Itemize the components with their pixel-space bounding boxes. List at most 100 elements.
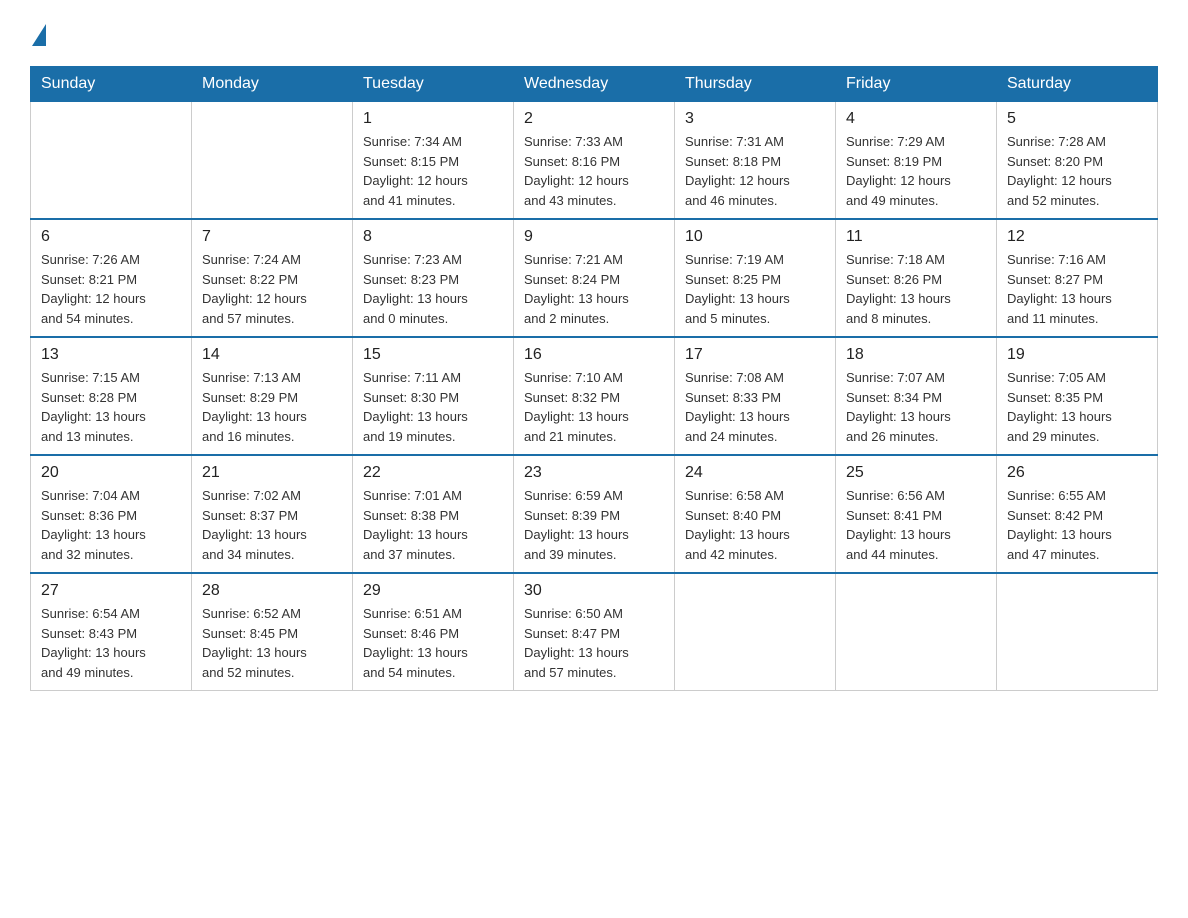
calendar-day-cell: 19 Sunrise: 7:05 AMSunset: 8:35 PMDayligh… xyxy=(997,337,1158,455)
day-info: Sunrise: 7:01 AMSunset: 8:38 PMDaylight:… xyxy=(363,486,503,564)
day-number: 22 xyxy=(363,464,503,482)
day-number: 24 xyxy=(685,464,825,482)
day-number: 25 xyxy=(846,464,986,482)
calendar-day-cell: 13Sunrise: 7:15 AMSunset: 8:28 PMDayligh… xyxy=(31,337,192,455)
calendar-day-cell: 12 Sunrise: 7:16 AMSunset: 8:27 PMDayligh… xyxy=(997,219,1158,337)
day-number: 14 xyxy=(202,346,342,364)
calendar-day-cell: 27 Sunrise: 6:54 AMSunset: 8:43 PMDayligh… xyxy=(31,573,192,691)
day-info: Sunrise: 6:58 AMSunset: 8:40 PMDaylight:… xyxy=(685,486,825,564)
day-info: Sunrise: 7:10 AMSunset: 8:32 PMDaylight:… xyxy=(524,368,664,446)
day-number: 15 xyxy=(363,346,503,364)
day-info: Sunrise: 7:29 AMSunset: 8:19 PMDaylight:… xyxy=(846,132,986,210)
day-number: 16 xyxy=(524,346,664,364)
calendar-week-row: 27 Sunrise: 6:54 AMSunset: 8:43 PMDayligh… xyxy=(31,573,1158,691)
day-info: Sunrise: 6:54 AMSunset: 8:43 PMDaylight:… xyxy=(41,604,181,682)
day-number: 12 xyxy=(1007,228,1147,246)
calendar-week-row: 13Sunrise: 7:15 AMSunset: 8:28 PMDayligh… xyxy=(31,337,1158,455)
calendar-day-cell xyxy=(675,573,836,691)
calendar-header-row: SundayMondayTuesdayWednesdayThursdayFrid… xyxy=(31,67,1158,102)
calendar-day-cell: 4 Sunrise: 7:29 AMSunset: 8:19 PMDaylight… xyxy=(836,102,997,220)
day-number: 17 xyxy=(685,346,825,364)
weekday-header-saturday: Saturday xyxy=(997,67,1158,102)
calendar-week-row: 6Sunrise: 7:26 AMSunset: 8:21 PMDaylight… xyxy=(31,219,1158,337)
calendar-day-cell: 6Sunrise: 7:26 AMSunset: 8:21 PMDaylight… xyxy=(31,219,192,337)
day-info: Sunrise: 7:02 AMSunset: 8:37 PMDaylight:… xyxy=(202,486,342,564)
calendar-day-cell: 28 Sunrise: 6:52 AMSunset: 8:45 PMDayligh… xyxy=(192,573,353,691)
day-info: Sunrise: 6:52 AMSunset: 8:45 PMDaylight:… xyxy=(202,604,342,682)
day-number: 21 xyxy=(202,464,342,482)
calendar-day-cell xyxy=(192,102,353,220)
calendar-day-cell: 29 Sunrise: 6:51 AMSunset: 8:46 PMDayligh… xyxy=(353,573,514,691)
day-info: Sunrise: 7:26 AMSunset: 8:21 PMDaylight:… xyxy=(41,250,181,328)
day-number: 9 xyxy=(524,228,664,246)
day-info: Sunrise: 7:07 AMSunset: 8:34 PMDaylight:… xyxy=(846,368,986,446)
calendar-week-row: 20 Sunrise: 7:04 AMSunset: 8:36 PMDayligh… xyxy=(31,455,1158,573)
weekday-header-monday: Monday xyxy=(192,67,353,102)
day-info: Sunrise: 7:23 AMSunset: 8:23 PMDaylight:… xyxy=(363,250,503,328)
calendar-day-cell xyxy=(31,102,192,220)
calendar-day-cell: 26 Sunrise: 6:55 AMSunset: 8:42 PMDayligh… xyxy=(997,455,1158,573)
weekday-header-wednesday: Wednesday xyxy=(514,67,675,102)
weekday-header-friday: Friday xyxy=(836,67,997,102)
day-info: Sunrise: 7:05 AMSunset: 8:35 PMDaylight:… xyxy=(1007,368,1147,446)
day-info: Sunrise: 7:16 AMSunset: 8:27 PMDaylight:… xyxy=(1007,250,1147,328)
day-info: Sunrise: 7:11 AMSunset: 8:30 PMDaylight:… xyxy=(363,368,503,446)
day-info: Sunrise: 7:21 AMSunset: 8:24 PMDaylight:… xyxy=(524,250,664,328)
day-number: 23 xyxy=(524,464,664,482)
day-info: Sunrise: 7:18 AMSunset: 8:26 PMDaylight:… xyxy=(846,250,986,328)
day-number: 10 xyxy=(685,228,825,246)
day-info: Sunrise: 6:55 AMSunset: 8:42 PMDaylight:… xyxy=(1007,486,1147,564)
weekday-header-sunday: Sunday xyxy=(31,67,192,102)
calendar-table: SundayMondayTuesdayWednesdayThursdayFrid… xyxy=(30,66,1158,691)
day-info: Sunrise: 7:08 AMSunset: 8:33 PMDaylight:… xyxy=(685,368,825,446)
day-number: 13 xyxy=(41,346,181,364)
day-number: 11 xyxy=(846,228,986,246)
calendar-day-cell: 22 Sunrise: 7:01 AMSunset: 8:38 PMDayligh… xyxy=(353,455,514,573)
day-number: 18 xyxy=(846,346,986,364)
calendar-day-cell: 24 Sunrise: 6:58 AMSunset: 8:40 PMDayligh… xyxy=(675,455,836,573)
day-number: 4 xyxy=(846,110,986,128)
day-number: 19 xyxy=(1007,346,1147,364)
calendar-day-cell: 14Sunrise: 7:13 AMSunset: 8:29 PMDayligh… xyxy=(192,337,353,455)
logo xyxy=(30,20,46,46)
day-number: 27 xyxy=(41,582,181,600)
day-info: Sunrise: 6:59 AMSunset: 8:39 PMDaylight:… xyxy=(524,486,664,564)
day-info: Sunrise: 7:28 AMSunset: 8:20 PMDaylight:… xyxy=(1007,132,1147,210)
calendar-day-cell: 15 Sunrise: 7:11 AMSunset: 8:30 PMDayligh… xyxy=(353,337,514,455)
calendar-day-cell: 10Sunrise: 7:19 AMSunset: 8:25 PMDayligh… xyxy=(675,219,836,337)
calendar-day-cell: 8 Sunrise: 7:23 AMSunset: 8:23 PMDaylight… xyxy=(353,219,514,337)
calendar-day-cell: 1 Sunrise: 7:34 AMSunset: 8:15 PMDaylight… xyxy=(353,102,514,220)
calendar-day-cell: 21 Sunrise: 7:02 AMSunset: 8:37 PMDayligh… xyxy=(192,455,353,573)
day-info: Sunrise: 7:31 AMSunset: 8:18 PMDaylight:… xyxy=(685,132,825,210)
calendar-week-row: 1 Sunrise: 7:34 AMSunset: 8:15 PMDaylight… xyxy=(31,102,1158,220)
weekday-header-thursday: Thursday xyxy=(675,67,836,102)
calendar-day-cell: 16 Sunrise: 7:10 AMSunset: 8:32 PMDayligh… xyxy=(514,337,675,455)
calendar-day-cell: 17 Sunrise: 7:08 AMSunset: 8:33 PMDayligh… xyxy=(675,337,836,455)
calendar-day-cell: 7Sunrise: 7:24 AMSunset: 8:22 PMDaylight… xyxy=(192,219,353,337)
day-info: Sunrise: 7:34 AMSunset: 8:15 PMDaylight:… xyxy=(363,132,503,210)
calendar-day-cell: 2Sunrise: 7:33 AMSunset: 8:16 PMDaylight… xyxy=(514,102,675,220)
day-number: 26 xyxy=(1007,464,1147,482)
calendar-day-cell: 5 Sunrise: 7:28 AMSunset: 8:20 PMDaylight… xyxy=(997,102,1158,220)
day-info: Sunrise: 6:51 AMSunset: 8:46 PMDaylight:… xyxy=(363,604,503,682)
weekday-header-tuesday: Tuesday xyxy=(353,67,514,102)
day-info: Sunrise: 6:50 AMSunset: 8:47 PMDaylight:… xyxy=(524,604,664,682)
calendar-day-cell: 20 Sunrise: 7:04 AMSunset: 8:36 PMDayligh… xyxy=(31,455,192,573)
day-number: 30 xyxy=(524,582,664,600)
calendar-day-cell xyxy=(997,573,1158,691)
day-number: 1 xyxy=(363,110,503,128)
day-number: 8 xyxy=(363,228,503,246)
calendar-day-cell: 30 Sunrise: 6:50 AMSunset: 8:47 PMDayligh… xyxy=(514,573,675,691)
day-number: 29 xyxy=(363,582,503,600)
day-info: Sunrise: 6:56 AMSunset: 8:41 PMDaylight:… xyxy=(846,486,986,564)
calendar-day-cell: 18 Sunrise: 7:07 AMSunset: 8:34 PMDayligh… xyxy=(836,337,997,455)
day-number: 20 xyxy=(41,464,181,482)
day-number: 5 xyxy=(1007,110,1147,128)
logo-triangle-icon xyxy=(32,24,46,46)
day-info: Sunrise: 7:04 AMSunset: 8:36 PMDaylight:… xyxy=(41,486,181,564)
calendar-day-cell: 23 Sunrise: 6:59 AMSunset: 8:39 PMDayligh… xyxy=(514,455,675,573)
day-info: Sunrise: 7:33 AMSunset: 8:16 PMDaylight:… xyxy=(524,132,664,210)
day-number: 3 xyxy=(685,110,825,128)
calendar-day-cell: 25 Sunrise: 6:56 AMSunset: 8:41 PMDayligh… xyxy=(836,455,997,573)
day-number: 28 xyxy=(202,582,342,600)
